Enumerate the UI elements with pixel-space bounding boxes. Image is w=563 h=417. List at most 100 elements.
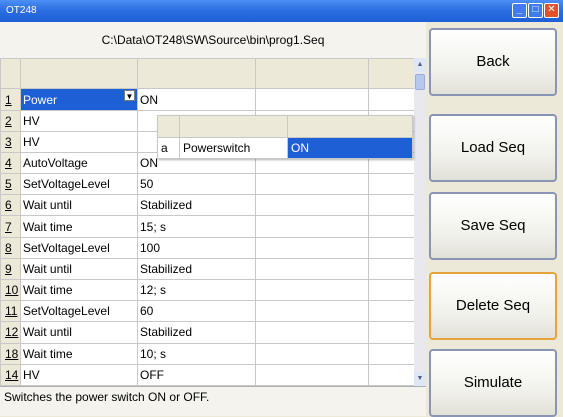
title-bar: OT248 _ □ ✕	[0, 0, 563, 22]
header-cell	[137, 57, 256, 90]
command-text: SetVoltageLevel	[23, 240, 110, 255]
command-text: Wait time	[23, 346, 73, 361]
table-row[interactable]: 8 SetVoltageLevel 100	[0, 236, 415, 259]
value-cell[interactable]: 10; s	[137, 342, 256, 365]
extra-cell[interactable]	[255, 278, 369, 302]
scroll-down-icon[interactable]: ▼	[414, 372, 426, 386]
extra-cell[interactable]	[368, 194, 415, 217]
popup-header-cell	[287, 115, 413, 138]
command-text: Wait until	[23, 198, 72, 213]
value-cell[interactable]: Stabilized	[137, 321, 256, 344]
extra-cell[interactable]	[255, 88, 369, 111]
command-cell[interactable]: Power ▼	[20, 88, 138, 111]
extra-cell[interactable]	[255, 257, 369, 280]
command-cell[interactable]: HV	[20, 109, 138, 132]
extra-cell[interactable]	[368, 173, 415, 196]
save-seq-button[interactable]: Save Seq	[429, 192, 557, 260]
scroll-up-icon[interactable]: ▲	[414, 58, 426, 72]
command-cell[interactable]: AutoVoltage	[20, 151, 138, 175]
extra-cell[interactable]	[255, 342, 369, 365]
command-cell[interactable]: HV	[20, 363, 138, 387]
command-cell[interactable]: Wait time	[20, 215, 138, 238]
popup-row[interactable]: a Powerswitch ON	[157, 137, 413, 159]
simulate-button[interactable]: Simulate	[429, 349, 557, 417]
extra-cell[interactable]	[255, 236, 369, 259]
command-cell[interactable]: HV	[20, 130, 138, 153]
command-cell[interactable]: Wait time	[20, 278, 138, 302]
scroll-thumb[interactable]	[415, 74, 425, 90]
command-text: HV	[23, 367, 40, 382]
command-cell[interactable]: Wait until	[20, 257, 138, 280]
value-cell[interactable]: 50	[137, 173, 256, 196]
row-number: 3	[0, 130, 21, 153]
command-text: Wait time	[23, 283, 73, 298]
dropdown-arrow-icon[interactable]: ▼	[124, 90, 135, 102]
table-row[interactable]: 1 Power ▼ ON	[0, 88, 415, 111]
value-cell[interactable]: 100	[137, 236, 256, 259]
command-text: SetVoltageLevel	[23, 304, 110, 319]
back-button[interactable]: Back	[429, 28, 557, 96]
command-cell[interactable]: Wait until	[20, 194, 138, 217]
table-row[interactable]: 10 Wait time 12; s	[0, 278, 415, 302]
command-cell[interactable]: Wait time	[20, 342, 138, 365]
command-text: SetVoltageLevel	[23, 177, 110, 192]
maximize-button[interactable]: □	[528, 3, 543, 18]
table-row[interactable]: 18 Wait time 10; s	[0, 342, 415, 365]
table-row[interactable]: 5 SetVoltageLevel 50	[0, 173, 415, 196]
command-text: HV	[23, 113, 40, 128]
command-cell[interactable]: SetVoltageLevel	[20, 173, 138, 196]
extra-cell[interactable]	[368, 363, 415, 387]
value-cell[interactable]: 15; s	[137, 215, 256, 238]
row-number: 5	[0, 173, 21, 196]
popup-header-cell	[179, 115, 288, 138]
extra-cell[interactable]	[368, 278, 415, 302]
command-cell[interactable]: SetVoltageLevel	[20, 300, 138, 323]
popup-name: Powerswitch	[179, 137, 288, 159]
command-cell[interactable]: SetVoltageLevel	[20, 236, 138, 259]
extra-cell[interactable]	[255, 300, 369, 323]
extra-cell[interactable]	[368, 236, 415, 259]
row-number: 10	[0, 278, 21, 302]
close-button[interactable]: ✕	[544, 3, 559, 18]
extra-cell[interactable]	[368, 342, 415, 365]
window-title: OT248	[6, 5, 37, 16]
extra-cell[interactable]	[255, 363, 369, 387]
sequence-table: 1 Power ▼ ON 2 HV 3 HV 4 AutoVoltage ON 5 SetVoltage…	[0, 57, 415, 387]
table-row[interactable]: 14 HV OFF	[0, 363, 415, 387]
extra-cell[interactable]	[368, 300, 415, 323]
table-row[interactable]: 11 SetVoltageLevel 60	[0, 300, 415, 323]
popup-value[interactable]: ON	[287, 137, 413, 159]
extra-cell[interactable]	[368, 321, 415, 344]
row-number: 4	[0, 151, 21, 175]
extra-cell[interactable]	[368, 215, 415, 238]
value-cell[interactable]: 60	[137, 300, 256, 323]
table-row[interactable]: 7 Wait time 15; s	[0, 215, 415, 238]
vertical-scrollbar[interactable]: ▲ ▼	[414, 58, 426, 386]
table-header-row	[0, 57, 415, 90]
extra-cell[interactable]	[255, 173, 369, 196]
delete-seq-button[interactable]: Delete Seq	[429, 272, 557, 340]
status-bar: Switches the power switch ON or OFF.	[0, 386, 426, 416]
extra-cell[interactable]	[368, 257, 415, 280]
value-cell[interactable]: Stabilized	[137, 194, 256, 217]
value-cell[interactable]: ON	[137, 88, 256, 111]
table-row[interactable]: 12 Wait until Stabilized	[0, 321, 415, 344]
command-text: Wait until	[23, 325, 72, 340]
popup-header-cell	[157, 115, 180, 138]
header-cell	[368, 57, 415, 90]
header-cell	[0, 57, 21, 90]
extra-cell[interactable]	[255, 321, 369, 344]
value-cell[interactable]: Stabilized	[137, 257, 256, 280]
table-row[interactable]: 6 Wait until Stabilized	[0, 194, 415, 217]
command-text: HV	[23, 134, 40, 149]
minimize-button[interactable]: _	[512, 3, 527, 18]
value-cell[interactable]: OFF	[137, 363, 256, 387]
table-row[interactable]: 9 Wait until Stabilized	[0, 257, 415, 280]
command-cell[interactable]: Wait until	[20, 321, 138, 344]
extra-cell[interactable]	[368, 88, 415, 111]
value-cell[interactable]: 12; s	[137, 278, 256, 302]
extra-cell[interactable]	[255, 194, 369, 217]
extra-cell[interactable]	[255, 215, 369, 238]
load-seq-button[interactable]: Load Seq	[429, 114, 557, 182]
row-number: 1	[0, 88, 21, 111]
